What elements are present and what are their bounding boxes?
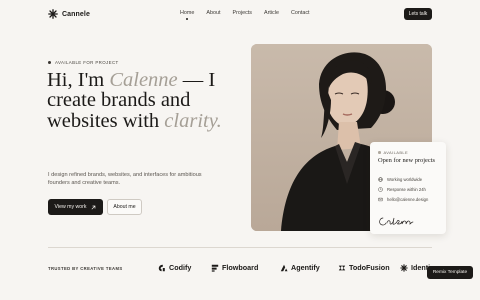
card-row-location: Working worldwide — [378, 177, 422, 182]
card-row-text: Working worldwide — [387, 177, 423, 182]
status-dot-icon — [48, 61, 51, 64]
signature-image — [379, 217, 414, 226]
nav-link-home[interactable]: Home — [180, 10, 194, 16]
nav-link-projects[interactable]: Projects — [232, 10, 251, 16]
logo-name: Agentify — [291, 263, 320, 272]
hero-description: I design refined brands, websites, and i… — [48, 172, 202, 187]
globe-icon — [378, 177, 383, 182]
availability-eyebrow: AVAILABLE FOR PROJECT — [48, 60, 119, 65]
logo-name: Flowboard — [222, 263, 259, 272]
trusted-label: TRUSTED BY CREATIVE TEAMS — [48, 266, 123, 271]
top-nav: Cannele Home About Projects Article Cont… — [0, 0, 480, 28]
logo-codify: Codify — [158, 263, 191, 272]
nav-links: Home About Projects Article Contact — [180, 10, 310, 16]
remix-template-button[interactable]: Remix Template — [427, 266, 473, 279]
card-title: Open for new projects — [378, 157, 435, 164]
hero-headline: Hi, I'm Calenne — I create brands and we… — [47, 70, 247, 131]
logo-identi: Identi — [400, 263, 430, 272]
logo-agentify: Agentify — [280, 263, 320, 272]
agentify-logo-icon — [280, 264, 288, 271]
clock-icon — [378, 187, 383, 192]
headline-part1: Hi, I'm — [47, 69, 110, 91]
nav-link-about[interactable]: About — [206, 10, 220, 16]
arrow-up-right-icon — [92, 205, 96, 209]
section-divider — [48, 247, 432, 248]
about-me-button[interactable]: About me — [107, 199, 142, 215]
nav-link-contact[interactable]: Contact — [291, 10, 310, 16]
headline-accent: clarity. — [164, 109, 222, 132]
flowboard-logo-icon — [211, 264, 219, 272]
brand-name: Cannele — [62, 10, 90, 18]
brand-logo-icon — [48, 9, 58, 19]
card-row-email[interactable]: hello@calenne.design — [378, 197, 428, 202]
view-my-work-button[interactable]: View my work — [48, 199, 103, 215]
card-row-response: Response within 24h — [378, 187, 426, 192]
logo-flowboard: Flowboard — [211, 263, 258, 272]
lets-talk-button[interactable]: Lets talk — [404, 8, 432, 20]
todofusion-logo-icon — [338, 265, 346, 270]
view-my-work-label: View my work — [54, 204, 87, 210]
codify-logo-icon — [158, 264, 165, 271]
card-status: AVAILABLE — [378, 150, 408, 155]
card-status-label: AVAILABLE — [383, 150, 409, 155]
logo-todofusion: TodoFusion — [338, 263, 390, 272]
mail-icon — [378, 197, 383, 202]
brand[interactable]: Cannele — [48, 9, 90, 19]
identi-logo-icon — [400, 263, 408, 272]
logo-name: Codify — [169, 263, 192, 272]
nav-link-article[interactable]: Article — [264, 10, 279, 16]
card-row-text: Response within 24h — [387, 187, 426, 192]
status-dot-icon — [378, 151, 381, 154]
availability-card: AVAILABLE Open for new projects Working … — [370, 142, 446, 234]
eyebrow-text: AVAILABLE FOR PROJECT — [55, 60, 119, 65]
headline-name: Calenne — [109, 69, 178, 91]
logo-name: TodoFusion — [349, 263, 390, 272]
card-row-text: hello@calenne.design — [387, 197, 429, 202]
